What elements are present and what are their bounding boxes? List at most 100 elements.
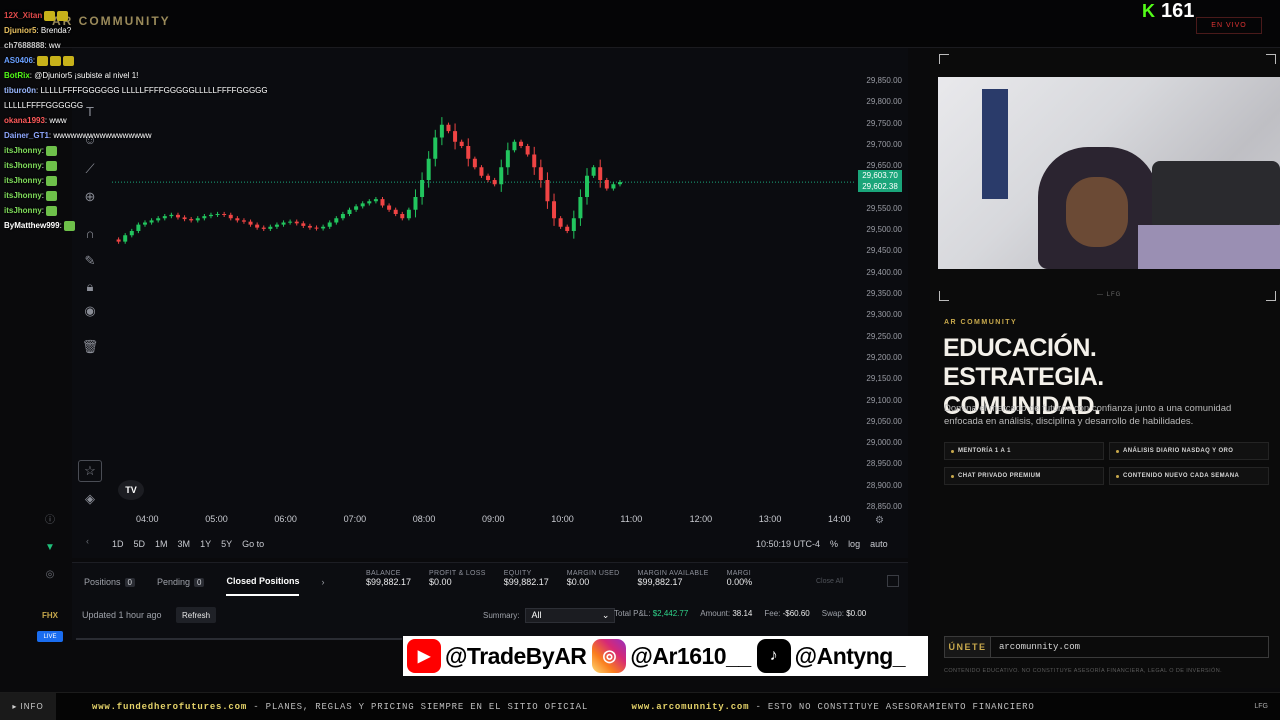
feature-item: CHAT PRIVADO PREMIUM xyxy=(944,467,1104,485)
goto-button[interactable]: Go to xyxy=(242,539,264,549)
tiktok-handle: @Antyng_ xyxy=(794,642,906,669)
range-3m[interactable]: 3M xyxy=(178,539,191,549)
chat-text: : LLLLLFFFFGGGGGG LLLLLFFFFGGGGGLLLLLFFF… xyxy=(36,86,268,95)
range-5y[interactable]: 5Y xyxy=(221,539,232,549)
streamer-face xyxy=(1066,177,1128,247)
metric-value: $99,882.17 xyxy=(637,577,683,587)
candle-body xyxy=(552,201,557,219)
auto-toggle[interactable]: auto xyxy=(870,539,888,549)
metric-margi: MARGI 0.00% xyxy=(727,570,753,596)
range-1m[interactable]: 1M xyxy=(155,539,168,549)
price-tick-label: 29,300.00 xyxy=(866,310,902,320)
candle-body xyxy=(611,184,616,189)
chat-username[interactable]: BotRix xyxy=(4,71,30,80)
chat-message: tiburo0n: LLLLLFFFFGGGGGG LLLLLFFFFGGGGG… xyxy=(4,83,304,98)
chat-text: : wwwwwwwwwwwwwwwww xyxy=(48,131,152,140)
range-selector: 1D 5D 1M 3M 1Y 5Y Go to xyxy=(112,536,264,552)
chat-overlay: 12X_Xitan Djunior5: Brenda? ch7688888: ww A… xyxy=(4,8,304,231)
metric-label: MARGIN USED xyxy=(566,570,620,577)
candle-body xyxy=(420,180,425,197)
chat-username[interactable]: itsJhonny xyxy=(4,206,42,215)
feature-item: ANÁLISIS DIARIO NASDAQ Y ORO xyxy=(1109,442,1269,460)
chat-username[interactable]: itsJhonny xyxy=(4,146,42,155)
kick-icon: K xyxy=(1142,0,1155,21)
tab-label: Closed Positions xyxy=(226,576,300,586)
price-axis[interactable]: 29,850.00 29,800.00 29,750.00 29,700.00 29,6… xyxy=(856,48,908,518)
chat-username[interactable]: itsJhonny xyxy=(4,191,42,200)
horizontal-scrollbar[interactable] xyxy=(76,638,402,640)
candle-body xyxy=(387,205,392,210)
live-status-badge: EN VIVO xyxy=(1196,17,1262,34)
chat-username[interactable]: Dainer_GT1 xyxy=(4,131,49,140)
candle-body xyxy=(472,158,477,168)
favorite-star-icon[interactable]: ☆ xyxy=(78,460,102,482)
positions-tabs: Positions 0 Pending 0 Closed Positions › xyxy=(84,572,346,596)
bullet-dot-icon xyxy=(951,449,954,453)
collapse-chevron-icon[interactable]: ‹ xyxy=(86,536,89,546)
frame-corner xyxy=(939,54,949,64)
fee-label: Fee: xyxy=(764,609,781,618)
price-tick-label: 29,800.00 xyxy=(866,97,902,107)
candle-body xyxy=(426,158,431,180)
arcade-cabinet xyxy=(982,89,1008,199)
youtube-icon: ▶ xyxy=(407,639,441,673)
range-1y[interactable]: 1Y xyxy=(200,539,211,549)
eye-icon[interactable]: ◉ xyxy=(78,300,102,322)
time-tick-label: 10:00 xyxy=(551,514,574,524)
layers-icon[interactable]: ◈ xyxy=(78,488,102,510)
price-tick-label: 29,400.00 xyxy=(866,267,902,277)
settings-gear-icon[interactable]: ⚙ xyxy=(875,515,884,526)
metric-value: 0.00% xyxy=(726,577,753,587)
trash-icon[interactable]: 🗑︎ xyxy=(78,336,102,358)
chat-username[interactable]: ch7688888 xyxy=(4,41,44,50)
grid-layout-icon[interactable] xyxy=(887,575,899,587)
chat-username[interactable]: tiburo0n xyxy=(4,86,36,95)
metric-equity: EQUITY $99,882.17 xyxy=(504,570,549,596)
frame-tag: — LFG xyxy=(1097,292,1122,298)
range-5d[interactable]: 5D xyxy=(134,539,146,549)
candle-body xyxy=(367,201,372,204)
price-tick-label: 28,900.00 xyxy=(866,480,902,490)
price-tick-label: 28,850.00 xyxy=(866,502,902,511)
join-bar[interactable]: ÚNETE arcomunnity.com xyxy=(944,636,1269,658)
candle-body xyxy=(585,175,590,197)
price-tick-label: 29,450.00 xyxy=(866,246,902,256)
candle-body xyxy=(373,199,378,202)
chat-username[interactable]: ByMatthew999 xyxy=(4,221,60,230)
candle-body xyxy=(439,124,444,138)
summary-select[interactable]: All ⌄ xyxy=(525,607,616,623)
lock-icon[interactable]: 🔒︎ xyxy=(78,276,102,298)
log-toggle[interactable]: log xyxy=(848,539,860,549)
chat-text: : Brenda? xyxy=(36,26,72,35)
tabs-scroll-right-icon[interactable]: › xyxy=(321,577,324,587)
total-pnl-label: Total P&L: xyxy=(614,609,651,618)
time-axis[interactable]: 04:00 05:00 06:00 07:00 08:00 09:00 10:00 11:00… xyxy=(110,514,856,528)
chat-username[interactable]: okana1993 xyxy=(4,116,45,125)
candle-body xyxy=(406,209,411,219)
time-tick-label: 07:00 xyxy=(343,514,367,524)
emote-icon xyxy=(44,10,56,21)
webcam-feed xyxy=(938,77,1280,269)
chat-username[interactable]: itsJhonny xyxy=(4,161,42,170)
range-1d[interactable]: 1D xyxy=(112,539,124,549)
chat-username[interactable]: 12X_Xitan xyxy=(4,11,42,20)
pencil-lock-icon[interactable]: ✎ xyxy=(78,250,102,272)
chat-username[interactable]: Djunior5 xyxy=(4,26,36,35)
pnl-summary: Total P&L: $2,442.77 Amount: 38.14 Fee: … xyxy=(614,609,866,618)
candle-body xyxy=(558,218,563,227)
tab-closed-positions[interactable]: Closed Positions xyxy=(226,576,300,596)
viewer-count: K 161 xyxy=(1142,0,1194,22)
candle-body xyxy=(618,182,622,185)
close-all-button[interactable]: Close All xyxy=(816,578,843,585)
chat-username[interactable]: itsJhonny xyxy=(4,176,42,185)
percent-toggle[interactable]: % xyxy=(830,539,838,549)
metric-margin-available: MARGIN AVAILABLE $99,882.17 xyxy=(637,570,708,596)
tab-positions[interactable]: Positions 0 xyxy=(84,577,135,587)
tab-pending[interactable]: Pending 0 xyxy=(157,577,205,587)
chat-text: : xyxy=(41,206,45,215)
chat-username[interactable]: AS0406 xyxy=(4,56,33,65)
price-tag: 29,603.70 xyxy=(858,170,902,181)
metric-value: $99,882.17 xyxy=(366,577,412,587)
refresh-button[interactable]: Refresh xyxy=(176,607,217,623)
candle-body xyxy=(532,154,537,168)
